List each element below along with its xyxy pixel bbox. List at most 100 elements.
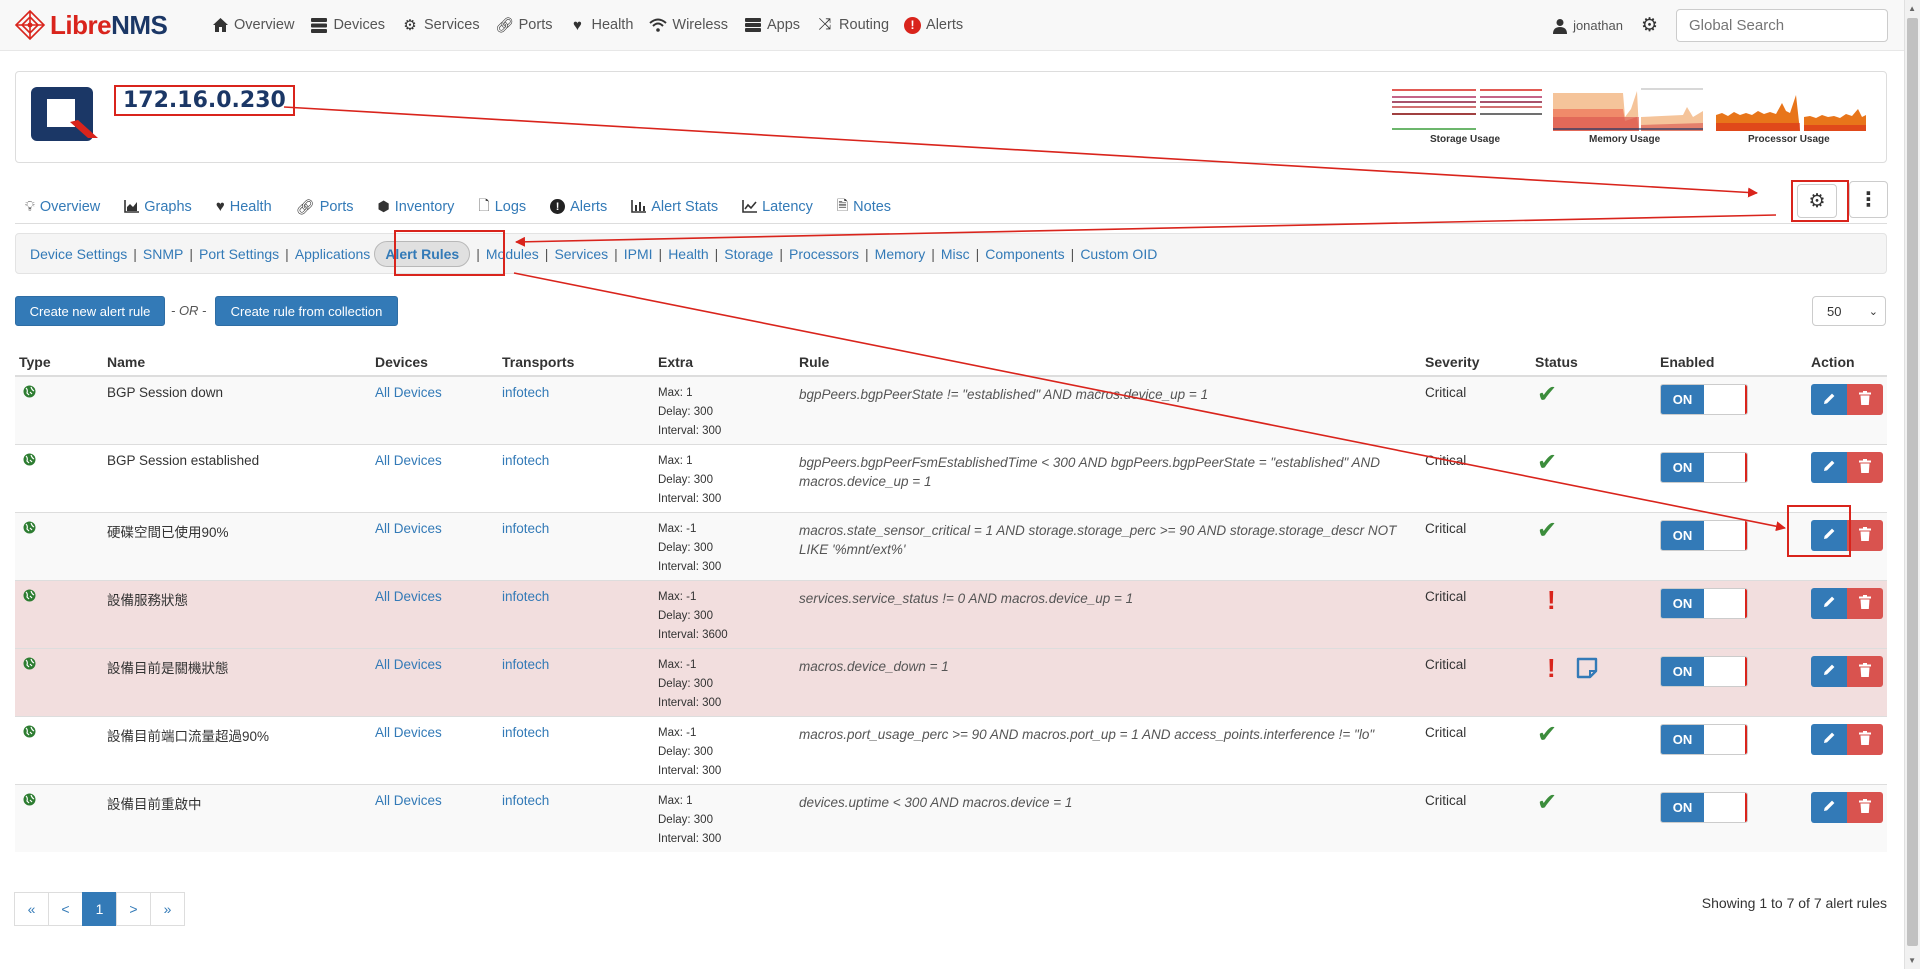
checkmark-icon: ✔ bbox=[1537, 720, 1558, 748]
edit-nav-ipmi[interactable]: IPMI bbox=[624, 246, 653, 262]
enabled-toggle[interactable]: ON bbox=[1660, 723, 1748, 755]
edit-rule-button[interactable] bbox=[1811, 384, 1847, 415]
column-header-transports[interactable]: Transports bbox=[498, 344, 654, 377]
rule-transport-link[interactable]: infotech bbox=[502, 589, 549, 604]
column-header-enabled[interactable]: Enabled bbox=[1656, 344, 1807, 377]
rule-transport-link[interactable]: infotech bbox=[502, 725, 549, 740]
edit-rule-button[interactable] bbox=[1811, 451, 1847, 483]
tab-alert-stats[interactable]: Alert Stats bbox=[631, 199, 718, 215]
toggle-off-area bbox=[1704, 452, 1747, 482]
tab-inventory[interactable]: ⬢ Inventory bbox=[378, 198, 455, 215]
edit-rule-button[interactable] bbox=[1811, 723, 1847, 755]
tab-alerts[interactable]: ! Alerts bbox=[550, 199, 607, 215]
rule-devices-link[interactable]: All Devices bbox=[375, 793, 442, 808]
column-header-devices[interactable]: Devices bbox=[371, 344, 498, 377]
edit-nav-device-settings[interactable]: Device Settings bbox=[30, 246, 127, 262]
edit-nav-misc[interactable]: Misc bbox=[941, 246, 970, 262]
edit-nav-custom-oid[interactable]: Custom OID bbox=[1080, 246, 1157, 262]
enabled-toggle[interactable]: ON bbox=[1660, 587, 1748, 619]
tab-ports[interactable]: 🔗︎ Ports bbox=[296, 198, 354, 216]
per-page-select[interactable]: 50 ⌄ bbox=[1812, 296, 1886, 326]
rule-devices-link[interactable]: All Devices bbox=[375, 657, 442, 672]
rule-devices-link[interactable]: All Devices bbox=[375, 385, 442, 400]
edit-nav-applications[interactable]: Applications bbox=[295, 246, 371, 262]
rule-transport-link[interactable]: infotech bbox=[502, 385, 549, 400]
global-search-input[interactable] bbox=[1676, 9, 1888, 42]
nav-item-health[interactable]: ♥ Health bbox=[567, 0, 633, 50]
last-page-button[interactable]: » bbox=[150, 892, 185, 926]
edit-rule-button[interactable] bbox=[1811, 791, 1847, 823]
rule-interval: Interval: 300 bbox=[658, 696, 722, 709]
edit-nav-components[interactable]: Components bbox=[985, 246, 1064, 262]
device-hostname[interactable]: 172.16.0.230 bbox=[114, 85, 295, 116]
edit-rule-button[interactable] bbox=[1811, 587, 1847, 619]
settings-gear-icon[interactable]: ⚙ bbox=[1641, 14, 1658, 37]
delete-rule-button[interactable] bbox=[1847, 723, 1883, 755]
enabled-toggle[interactable]: ON bbox=[1660, 791, 1748, 823]
edit-nav-port-settings[interactable]: Port Settings bbox=[199, 246, 279, 262]
nav-item-apps[interactable]: Apps bbox=[743, 0, 800, 50]
edit-nav-processors[interactable]: Processors bbox=[789, 246, 859, 262]
tab-overview[interactable]: 💡︎ Overview bbox=[25, 198, 100, 215]
edit-nav-storage[interactable]: Storage bbox=[724, 246, 773, 262]
note-icon[interactable] bbox=[1576, 657, 1598, 679]
first-page-button[interactable]: « bbox=[14, 892, 49, 926]
rule-devices-link[interactable]: All Devices bbox=[375, 453, 442, 468]
column-header-type[interactable]: Type bbox=[15, 344, 103, 377]
delete-rule-button[interactable] bbox=[1847, 587, 1883, 619]
edit-nav-services[interactable]: Services bbox=[554, 246, 608, 262]
current-page-button[interactable]: 1 bbox=[82, 892, 117, 926]
nav-item-services[interactable]: ⚙ Services bbox=[400, 0, 479, 50]
rule-devices-link[interactable]: All Devices bbox=[375, 589, 442, 604]
nav-item-devices[interactable]: Devices bbox=[309, 0, 385, 50]
enabled-toggle[interactable]: ON bbox=[1660, 384, 1748, 415]
delete-rule-button[interactable] bbox=[1847, 655, 1883, 687]
scroll-up-arrow-icon[interactable]: ▲ bbox=[1908, 4, 1916, 13]
delete-rule-button[interactable] bbox=[1847, 384, 1883, 415]
prev-page-button[interactable]: < bbox=[48, 892, 83, 926]
enabled-toggle[interactable]: ON bbox=[1660, 451, 1748, 483]
tab-latency[interactable]: Latency bbox=[742, 199, 813, 215]
rule-transport-link[interactable]: infotech bbox=[502, 793, 549, 808]
rule-interval: Interval: 300 bbox=[658, 764, 722, 777]
nav-item-routing[interactable]: ⤨ Routing bbox=[815, 0, 889, 50]
column-header-extra[interactable]: Extra bbox=[654, 344, 795, 377]
rule-transport-link[interactable]: infotech bbox=[502, 521, 549, 536]
more-options-button[interactable]: ⋮ bbox=[1849, 181, 1888, 218]
next-page-button[interactable]: > bbox=[116, 892, 151, 926]
nav-item-alerts[interactable]: ! Alerts bbox=[904, 0, 963, 50]
tab-health[interactable]: ♥ Health bbox=[216, 198, 272, 215]
edit-rule-button[interactable] bbox=[1811, 655, 1847, 687]
nav-item-ports[interactable]: 🔗︎ Ports bbox=[495, 0, 552, 50]
enabled-toggle[interactable]: ON bbox=[1660, 519, 1748, 551]
tab-notes[interactable]: 🗎︎ Notes bbox=[837, 195, 891, 219]
create-rule-from-collection-button[interactable]: Create rule from collection bbox=[215, 296, 398, 326]
user-menu[interactable]: jonathan bbox=[1553, 18, 1623, 34]
tab-graphs[interactable]: Graphs bbox=[124, 199, 192, 215]
scroll-down-arrow-icon[interactable]: ▼ bbox=[1908, 956, 1916, 965]
delete-rule-button[interactable] bbox=[1847, 519, 1883, 551]
column-header-severity[interactable]: Severity bbox=[1421, 344, 1531, 377]
page-scrollbar[interactable]: ▲ ▼ bbox=[1904, 0, 1920, 969]
rule-transport-link[interactable]: infotech bbox=[502, 657, 549, 672]
column-header-action[interactable]: Action bbox=[1807, 344, 1887, 377]
rule-devices-link[interactable]: All Devices bbox=[375, 725, 442, 740]
nav-item-wireless[interactable]: Wireless bbox=[648, 0, 728, 50]
column-header-name[interactable]: Name bbox=[103, 344, 371, 377]
rule-transport-link[interactable]: infotech bbox=[502, 453, 549, 468]
create-new-alert-rule-button[interactable]: Create new alert rule bbox=[15, 296, 165, 326]
enabled-toggle[interactable]: ON bbox=[1660, 655, 1748, 687]
rule-devices-link[interactable]: All Devices bbox=[375, 521, 442, 536]
column-header-rule[interactable]: Rule bbox=[795, 344, 1421, 377]
librenms-logo[interactable]: LibreNMS bbox=[14, 9, 210, 41]
delete-rule-button[interactable] bbox=[1847, 451, 1883, 483]
delete-rule-button[interactable] bbox=[1847, 791, 1883, 823]
tab-logs[interactable]: 🗋︎ Logs bbox=[478, 195, 526, 219]
nav-item-overview[interactable]: Overview bbox=[210, 0, 294, 50]
column-header-status[interactable]: Status bbox=[1531, 344, 1656, 377]
scrollbar-thumb[interactable] bbox=[1907, 18, 1918, 946]
device-settings-button[interactable]: ⚙ bbox=[1797, 184, 1837, 218]
edit-nav-health[interactable]: Health bbox=[668, 246, 708, 262]
edit-nav-snmp[interactable]: SNMP bbox=[143, 246, 183, 262]
edit-nav-memory[interactable]: Memory bbox=[875, 246, 926, 262]
